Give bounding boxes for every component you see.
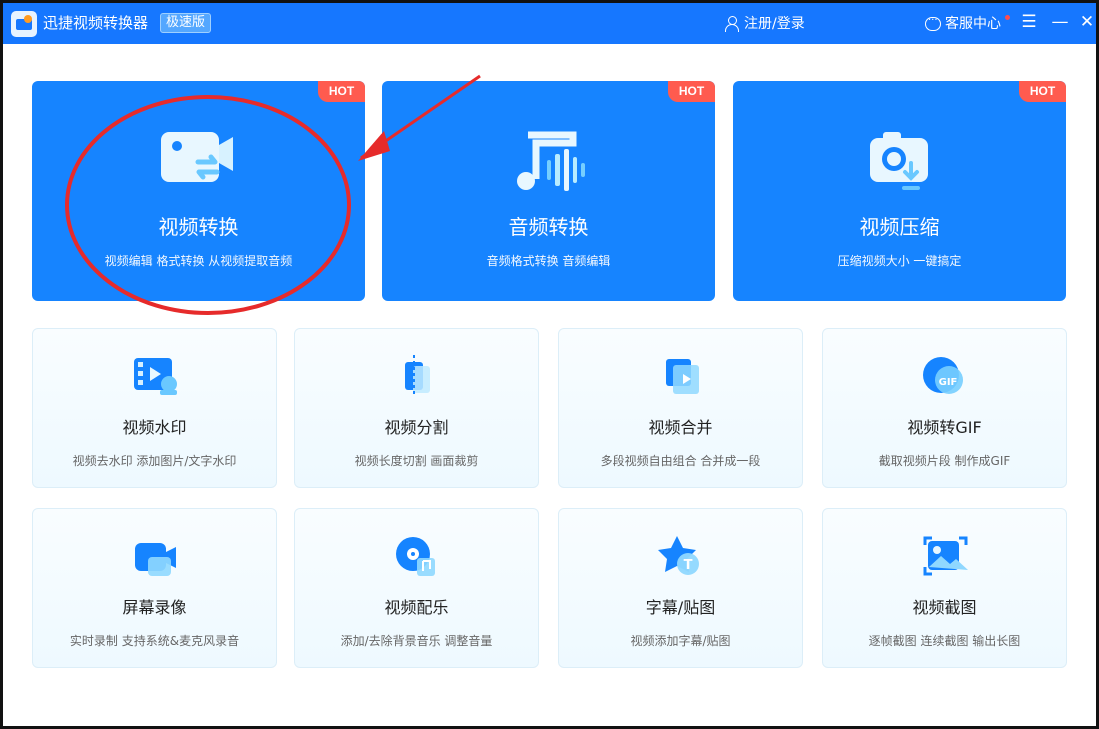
tool-card-screenshot[interactable]: 视频截图 逐帧截图 连续截图 输出长图 (822, 508, 1067, 668)
tool-description: 截取视频片段 制作成GIF (878, 454, 1011, 468)
tool-title: 字幕/贴图 (645, 598, 716, 617)
feature-description: 音频格式转换 音频编辑 (486, 254, 611, 268)
feature-title: 视频转换 (158, 215, 239, 239)
gif-icon: GIF (922, 357, 963, 394)
tool-card-soundtrack[interactable]: 视频配乐 添加/去除背景音乐 调整音量 (294, 508, 539, 668)
app-logo-icon (11, 11, 37, 37)
audio-convert-icon (516, 131, 585, 191)
tool-card-gif[interactable]: GIF 视频转GIF 截取视频片段 制作成GIF (822, 328, 1067, 488)
video-convert-icon (160, 132, 233, 182)
subtitle-sticker-icon: T (657, 536, 699, 575)
tool-description: 视频去水印 添加图片/文字水印 (72, 454, 237, 468)
edition-badge: 极速版 (160, 13, 212, 33)
feature-description: 视频编辑 格式转换 从视频提取音频 (104, 254, 293, 268)
hot-badge: HOT (1019, 81, 1066, 102)
customer-service-label: 客服中心 (945, 16, 1001, 32)
menu-icon[interactable]: ☰ (1019, 12, 1039, 32)
app-window: 迅捷视频转换器 极速版 注册/登录 客服中心 ☰ — ✕ HOT 视频转换 视频… (0, 0, 1099, 729)
subtitle-icon-text: T (683, 558, 692, 573)
tool-card-subtitle-sticker[interactable]: T 字幕/贴图 视频添加字幕/贴图 (558, 508, 803, 668)
login-label: 注册/登录 (744, 16, 805, 32)
tool-title: 视频合并 (648, 418, 713, 437)
feature-description: 压缩视频大小 一键搞定 (837, 254, 962, 268)
merge-icon (665, 359, 699, 394)
split-icon (404, 355, 430, 397)
title-bar: 迅捷视频转换器 极速版 注册/登录 客服中心 ☰ — ✕ (3, 3, 1096, 44)
hot-badge: HOT (318, 81, 365, 102)
tool-description: 视频长度切割 画面裁剪 (354, 454, 479, 468)
customer-service-button[interactable]: 客服中心 (925, 12, 1001, 33)
tool-title: 视频分割 (384, 418, 449, 437)
video-compress-icon (869, 132, 928, 190)
tool-description: 视频添加字幕/贴图 (630, 634, 731, 648)
chat-icon (925, 12, 941, 31)
feature-card-audio-convert[interactable]: HOT 音频转换 音频格式转换 音频编辑 (382, 81, 715, 301)
tool-description: 多段视频自由组合 合并成一段 (600, 454, 761, 468)
tool-title: 屏幕录像 (122, 598, 187, 617)
tool-card-watermark[interactable]: 视频水印 视频去水印 添加图片/文字水印 (32, 328, 277, 488)
soundtrack-icon (395, 537, 435, 576)
login-button[interactable]: 注册/登录 (725, 15, 805, 33)
tool-description: 添加/去除背景音乐 调整音量 (340, 634, 493, 648)
close-icon[interactable]: ✕ (1077, 12, 1097, 32)
screen-record-icon (134, 543, 176, 576)
minimize-icon[interactable]: — (1050, 12, 1070, 32)
hot-badge: HOT (668, 81, 715, 102)
gif-icon-text: GIF (938, 377, 957, 388)
notification-dot (1005, 15, 1010, 20)
tool-title: 视频截图 (912, 598, 977, 617)
feature-title: 音频转换 (508, 215, 589, 239)
feature-card-video-compress[interactable]: HOT 视频压缩 压缩视频大小 一键搞定 (733, 81, 1066, 301)
screenshot-icon (923, 536, 968, 576)
feature-title: 视频压缩 (859, 215, 940, 239)
tool-description: 逐帧截图 连续截图 输出长图 (868, 634, 1021, 648)
tool-title: 视频配乐 (384, 598, 449, 617)
tool-title: 视频水印 (122, 418, 187, 437)
app-title: 迅捷视频转换器 (43, 14, 149, 32)
tool-card-screen-record[interactable]: 屏幕录像 实时录制 支持系统&麦克风录音 (32, 508, 277, 668)
tool-card-split[interactable]: 视频分割 视频长度切割 画面裁剪 (294, 328, 539, 488)
tool-description: 实时录制 支持系统&麦克风录音 (69, 634, 240, 648)
tool-title: 视频转GIF (907, 418, 982, 437)
feature-card-video-convert[interactable]: HOT 视频转换 视频编辑 格式转换 从视频提取音频 (32, 81, 365, 301)
tool-card-merge[interactable]: 视频合并 多段视频自由组合 合并成一段 (558, 328, 803, 488)
user-icon (725, 16, 739, 32)
watermark-icon (133, 358, 177, 395)
